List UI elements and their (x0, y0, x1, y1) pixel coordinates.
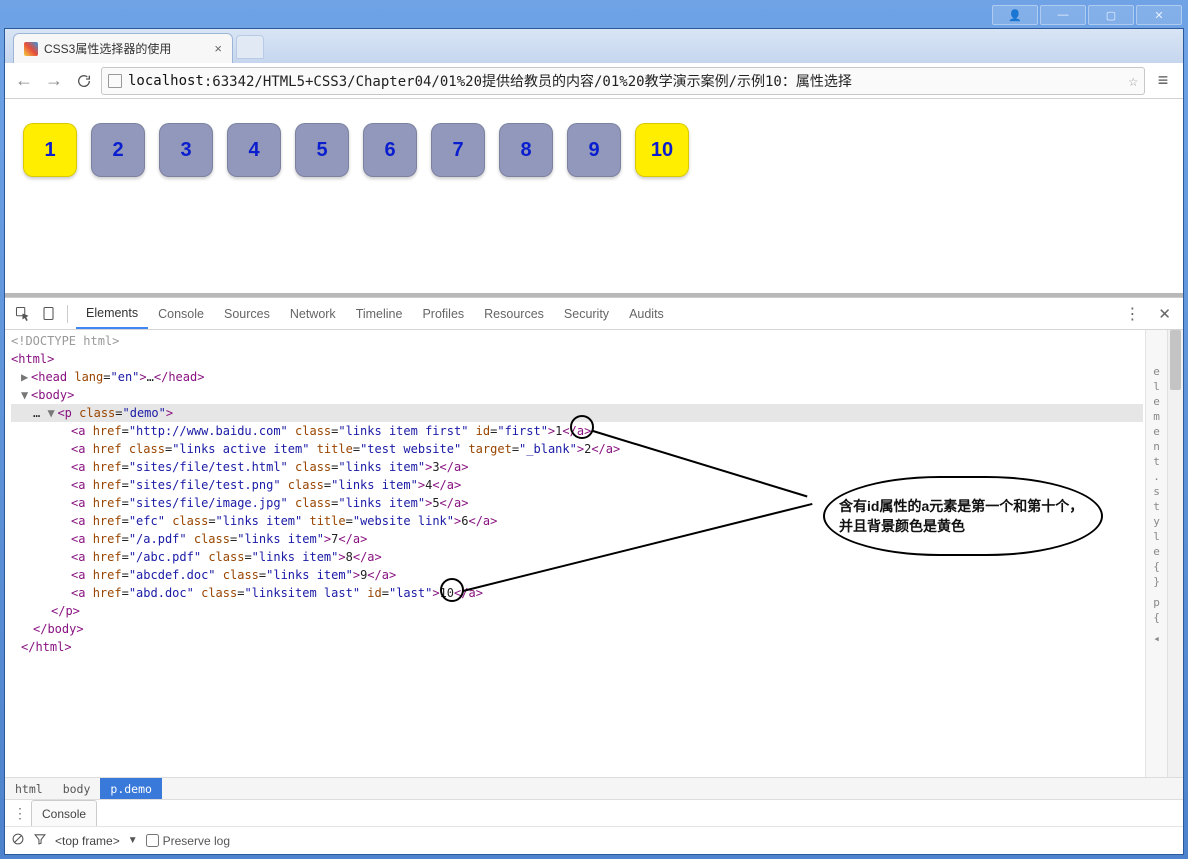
browser-tabstrip: CSS3属性选择器的使用 × (5, 29, 1183, 63)
os-close-button[interactable]: ✕ (1136, 5, 1182, 25)
devtools-tab-audits[interactable]: Audits (619, 298, 674, 329)
demo-link-5[interactable]: 5 (295, 123, 349, 177)
devtools-tab-timeline[interactable]: Timeline (346, 298, 413, 329)
devtools-styles-rail: » element .style {} p{◂ (1145, 330, 1167, 777)
device-toggle-icon[interactable] (37, 303, 59, 325)
devtools-tab-console[interactable]: Console (148, 298, 214, 329)
os-minimize-button[interactable]: — (1040, 5, 1086, 25)
browser-menu-button[interactable]: ≡ (1149, 67, 1177, 95)
demo-link-10[interactable]: 10 (635, 123, 689, 177)
drawer-console-tab[interactable]: Console (31, 800, 97, 826)
address-bar[interactable]: localhost:63342/HTML5+CSS3/Chapter04/01%… (101, 67, 1145, 95)
inspect-element-icon[interactable] (11, 303, 33, 325)
forward-button[interactable]: → (41, 68, 67, 94)
console-filter-icon[interactable] (33, 832, 47, 849)
back-button[interactable]: ← (11, 68, 37, 94)
console-clear-icon[interactable] (11, 832, 25, 849)
url-path: :63342/HTML5+CSS3/Chapter04/01%20提供给教员的内… (204, 71, 852, 91)
console-toolbar: <top frame> ▼ Preserve log (5, 826, 1183, 854)
devtools-tab-profiles[interactable]: Profiles (412, 298, 474, 329)
demo-link-6[interactable]: 6 (363, 123, 417, 177)
devtools-drawer: ⋮ Console <top frame> ▼ Preserve log (5, 799, 1183, 854)
devtools-panel: ElementsConsoleSourcesNetworkTimelinePro… (5, 297, 1183, 854)
demo-container: 123456789 10 (23, 123, 1165, 177)
devtools-tab-resources[interactable]: Resources (474, 298, 554, 329)
console-frame-select[interactable]: <top frame> (55, 834, 120, 848)
devtools-more-button[interactable]: ⋮ (1118, 304, 1148, 324)
devtools-tab-elements[interactable]: Elements (76, 298, 148, 329)
devtools-scrollbar[interactable] (1167, 330, 1183, 777)
new-tab-button[interactable] (236, 35, 264, 59)
devtools-tab-network[interactable]: Network (280, 298, 346, 329)
demo-link-2[interactable]: 2 (91, 123, 145, 177)
demo-link-3[interactable]: 3 (159, 123, 213, 177)
devtools-dom-tree[interactable]: <!DOCTYPE html><html>▶<head lang="en">…<… (5, 330, 1145, 777)
browser-tab[interactable]: CSS3属性选择器的使用 × (13, 33, 233, 63)
browser-toolbar: ← → localhost:63342/HTML5+CSS3/Chapter04… (5, 63, 1183, 99)
tab-title: CSS3属性选择器的使用 (44, 40, 206, 57)
tab-close-button[interactable]: × (214, 41, 222, 56)
os-user-button[interactable]: 👤 (992, 5, 1038, 25)
demo-link-1[interactable]: 1 (23, 123, 77, 177)
reload-button[interactable] (71, 68, 97, 94)
demo-link-7[interactable]: 7 (431, 123, 485, 177)
demo-link-8[interactable]: 8 (499, 123, 553, 177)
devtools-tabs: ElementsConsoleSourcesNetworkTimelinePro… (5, 298, 1183, 330)
favicon-icon (24, 42, 38, 56)
demo-link-9[interactable]: 9 (567, 123, 621, 177)
breadcrumb-html[interactable]: html (5, 778, 53, 799)
url-host: localhost (128, 73, 204, 89)
breadcrumb-body[interactable]: body (53, 778, 101, 799)
page-viewport: 123456789 10 (5, 99, 1183, 297)
drawer-handle-icon[interactable]: ⋮ (9, 805, 31, 822)
preserve-log-checkbox[interactable]: Preserve log (146, 834, 230, 848)
devtools-tab-security[interactable]: Security (554, 298, 619, 329)
bookmark-star-icon[interactable]: ☆ (1128, 71, 1138, 90)
os-maximize-button[interactable]: ▢ (1088, 5, 1134, 25)
devtools-breadcrumbs[interactable]: htmlbodyp.demo (5, 777, 1183, 799)
breadcrumb-p-demo[interactable]: p.demo (100, 778, 162, 799)
page-icon (108, 74, 122, 88)
demo-link-4[interactable]: 4 (227, 123, 281, 177)
os-titlebar: 👤 — ▢ ✕ (2, 2, 1186, 28)
devtools-tab-sources[interactable]: Sources (214, 298, 280, 329)
devtools-close-button[interactable]: ✕ (1152, 305, 1177, 323)
